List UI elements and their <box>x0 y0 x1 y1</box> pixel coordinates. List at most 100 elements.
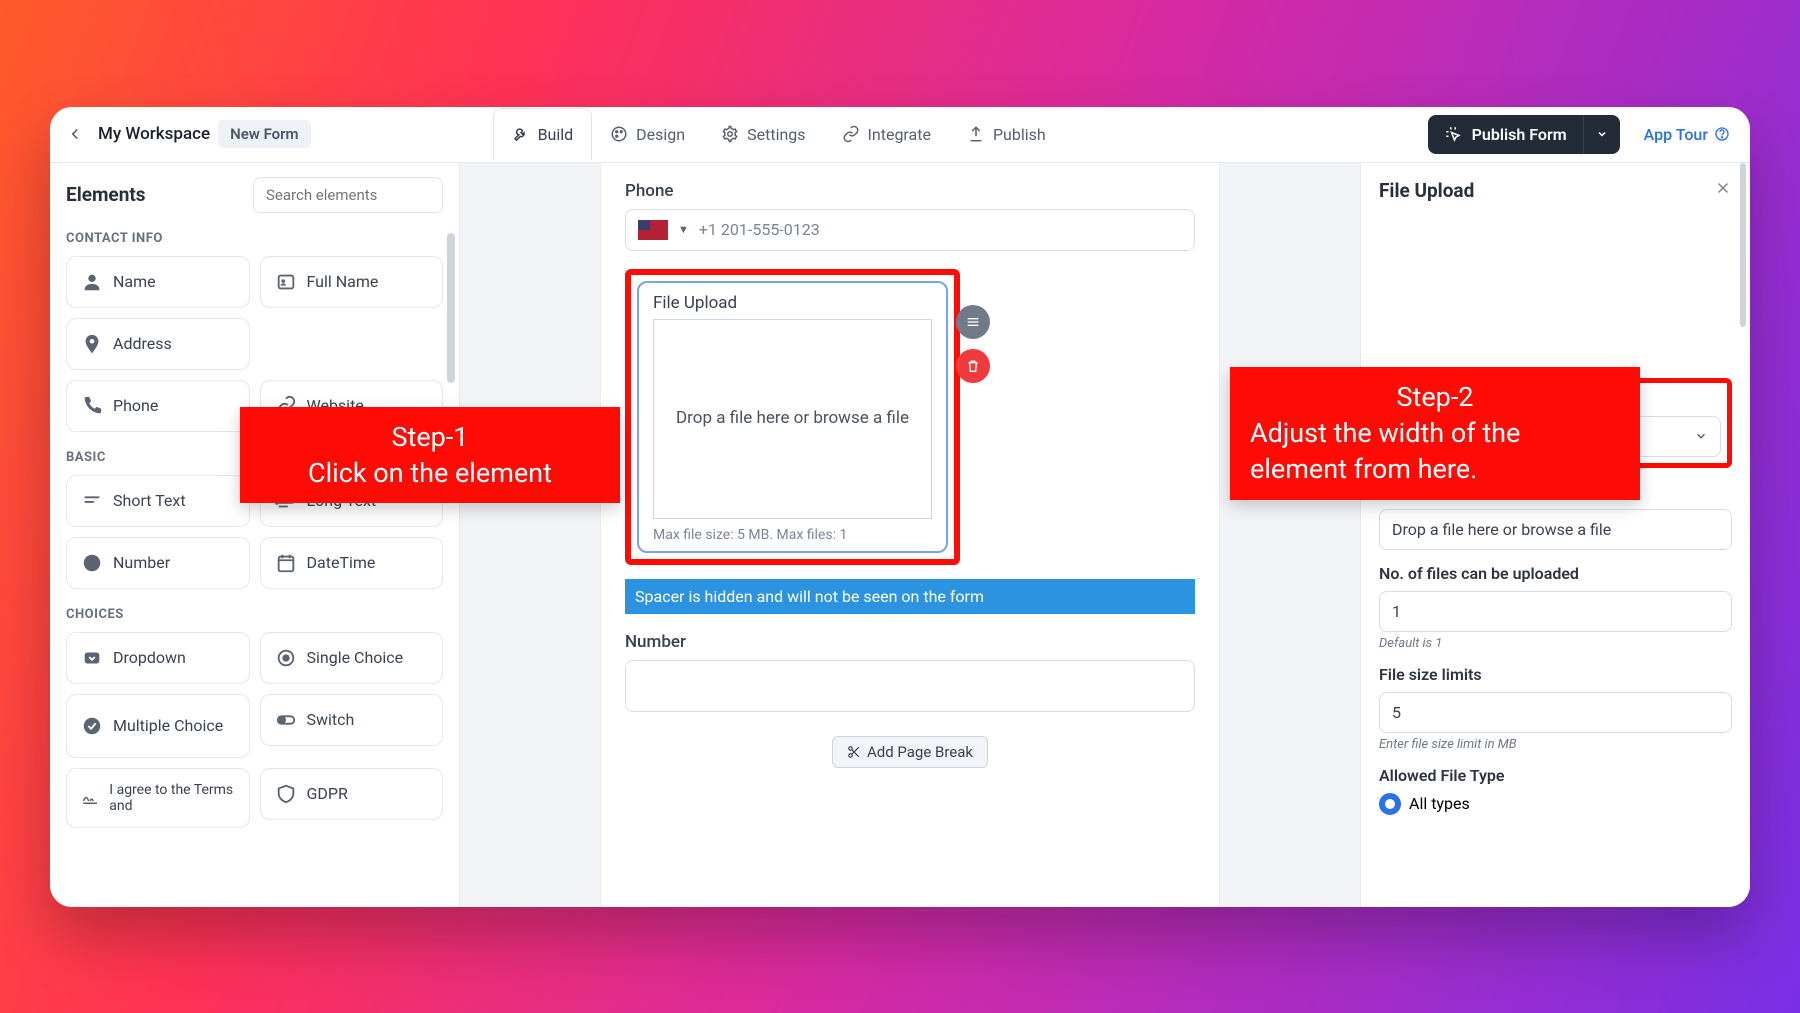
form-canvas-area: Phone ▼ +1 201-555-0123 File Upload Drop… <box>460 163 1360 907</box>
element-fullname[interactable]: Full Name <box>260 256 444 308</box>
phone-placeholder: +1 201-555-0123 <box>699 220 820 239</box>
tab-integrate-label: Integrate <box>868 125 931 144</box>
publish-label: Publish Form <box>1472 125 1567 144</box>
element-menu-button[interactable] <box>956 305 990 339</box>
help-circle-icon <box>1714 126 1730 142</box>
user-badge-icon <box>275 271 297 293</box>
main-tabs: Build Design Settings Integrate Publish <box>493 108 1064 160</box>
element-address[interactable]: Address <box>66 318 250 370</box>
palette-icon <box>610 125 628 143</box>
file-upload-element[interactable]: File Upload Drop a file here or browse a… <box>637 281 948 553</box>
upload-icon <box>967 125 985 143</box>
element-delete-button[interactable] <box>956 349 990 383</box>
left-scrollbar[interactable] <box>447 233 455 383</box>
number-input[interactable] <box>625 660 1195 712</box>
filetype-all-label: All types <box>1409 794 1470 813</box>
tab-publish-label: Publish <box>993 125 1046 144</box>
shield-icon <box>275 783 297 805</box>
tab-build-label: Build <box>538 125 574 144</box>
phone-input[interactable]: ▼ +1 201-555-0123 <box>625 209 1195 251</box>
category-choices: CHOICES <box>66 607 443 622</box>
main-layout: Elements CONTACT INFO Name Full Name Add… <box>50 163 1750 907</box>
country-caret-icon[interactable]: ▼ <box>678 223 689 236</box>
chevron-down-icon <box>1596 128 1608 140</box>
radio-icon <box>275 647 297 669</box>
tab-settings-label: Settings <box>747 125 805 144</box>
element-terms[interactable]: I agree to the Terms and <box>66 768 250 828</box>
form-builder-window: My Workspace New Form Build Design Setti… <box>50 107 1750 907</box>
user-icon <box>81 271 103 293</box>
pin-icon <box>81 333 103 355</box>
filetype-all-option[interactable]: All types <box>1379 793 1732 815</box>
form-name-pill[interactable]: New Form <box>218 120 311 148</box>
arrow-left-icon <box>66 125 84 143</box>
right-actions: Publish Form App Tour <box>1428 115 1740 154</box>
step2-heading: Step-2 <box>1250 379 1620 415</box>
spacer-notice[interactable]: Spacer is hidden and will not be seen on… <box>625 579 1195 614</box>
files-count-input[interactable] <box>1379 591 1732 632</box>
form-canvas[interactable]: Phone ▼ +1 201-555-0123 File Upload Drop… <box>600 163 1220 907</box>
step1-body: Click on the element <box>260 455 600 491</box>
tab-publish[interactable]: Publish <box>949 109 1064 160</box>
element-name[interactable]: Name <box>66 256 250 308</box>
breadcrumb: My Workspace New Form <box>98 120 311 148</box>
add-page-break-button[interactable]: Add Page Break <box>832 736 988 768</box>
element-shorttext[interactable]: Short Text <box>66 475 250 527</box>
switch-icon <box>275 709 297 731</box>
elements-panel: Elements CONTACT INFO Name Full Name Add… <box>50 163 460 907</box>
signature-icon <box>81 787 99 809</box>
app-tour-link[interactable]: App Tour <box>1634 117 1740 152</box>
phone-field[interactable]: Phone ▼ +1 201-555-0123 <box>625 181 1195 251</box>
phone-icon <box>81 395 103 417</box>
filesize-help: Enter file size limit in MB <box>1379 737 1732 752</box>
search-elements-input[interactable] <box>253 177 443 213</box>
close-properties-button[interactable] <box>1714 179 1732 201</box>
wrench-icon <box>512 126 530 144</box>
calendar-icon <box>275 552 297 574</box>
category-contact: CONTACT INFO <box>66 231 443 246</box>
filesize-label: File size limits <box>1379 665 1732 684</box>
element-multiplechoice[interactable]: Multiple Choice <box>66 694 250 758</box>
dropdown-icon <box>81 647 103 669</box>
number-field[interactable]: Number <box>625 632 1195 712</box>
element-phone[interactable]: Phone <box>66 380 250 432</box>
window-scrollbar[interactable] <box>1740 163 1746 327</box>
phone-label: Phone <box>625 181 1195 201</box>
element-dropdown[interactable]: Dropdown <box>66 632 250 684</box>
publish-caret[interactable] <box>1583 115 1620 154</box>
filesize-input[interactable] <box>1379 692 1732 733</box>
element-singlechoice[interactable]: Single Choice <box>260 632 444 684</box>
files-count-label: No. of files can be uploaded <box>1379 564 1732 583</box>
tab-integrate[interactable]: Integrate <box>824 109 949 160</box>
upload-text-input[interactable] <box>1379 509 1732 550</box>
file-upload-highlight: File Upload Drop a file here or browse a… <box>625 269 960 565</box>
tab-build[interactable]: Build <box>493 108 593 160</box>
element-number[interactable]: Number <box>66 537 250 589</box>
properties-title: File Upload <box>1379 179 1474 202</box>
us-flag-icon[interactable] <box>638 220 668 240</box>
step2-callout: Step-2 Adjust the width of the element f… <box>1230 367 1640 500</box>
element-gdpr[interactable]: GDPR <box>260 768 444 820</box>
tab-settings[interactable]: Settings <box>703 109 823 160</box>
radio-selected-icon <box>1379 793 1401 815</box>
close-icon <box>1714 179 1732 197</box>
filetype-label: Allowed File Type <box>1379 766 1732 785</box>
link-icon <box>842 125 860 143</box>
short-text-icon <box>81 490 103 512</box>
workspace-name[interactable]: My Workspace <box>98 124 210 144</box>
step1-callout: Step-1 Click on the element <box>240 407 620 504</box>
tab-design-label: Design <box>636 125 685 144</box>
back-button[interactable] <box>60 119 90 149</box>
check-circle-icon <box>81 715 103 737</box>
file-upload-hint: Max file size: 5 MB. Max files: 1 <box>653 527 932 543</box>
publish-form-button[interactable]: Publish Form <box>1428 115 1620 154</box>
topbar: My Workspace New Form Build Design Setti… <box>50 107 1750 163</box>
tab-design[interactable]: Design <box>592 109 703 160</box>
step2-body: Adjust the width of the element from her… <box>1250 415 1620 488</box>
chevron-down-icon <box>1694 429 1708 443</box>
scissors-icon <box>847 745 861 759</box>
page-break-label: Add Page Break <box>867 743 973 761</box>
file-dropzone[interactable]: Drop a file here or browse a file <box>653 319 932 519</box>
element-switch[interactable]: Switch <box>260 694 444 746</box>
element-datetime[interactable]: DateTime <box>260 537 444 589</box>
